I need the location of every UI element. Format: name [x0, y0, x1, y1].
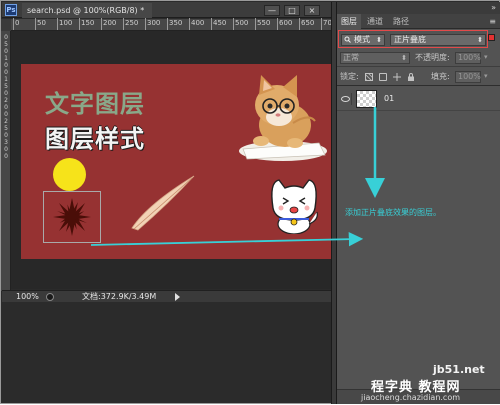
- arrow-to-canvas: [90, 231, 364, 247]
- annotation-arrows: [90, 107, 385, 247]
- photoshop-window: Ps search.psd @ 100%(RGB/8) * — □ × 0 50 1…: [0, 0, 500, 404]
- ruler-origin[interactable]: [1, 19, 11, 31]
